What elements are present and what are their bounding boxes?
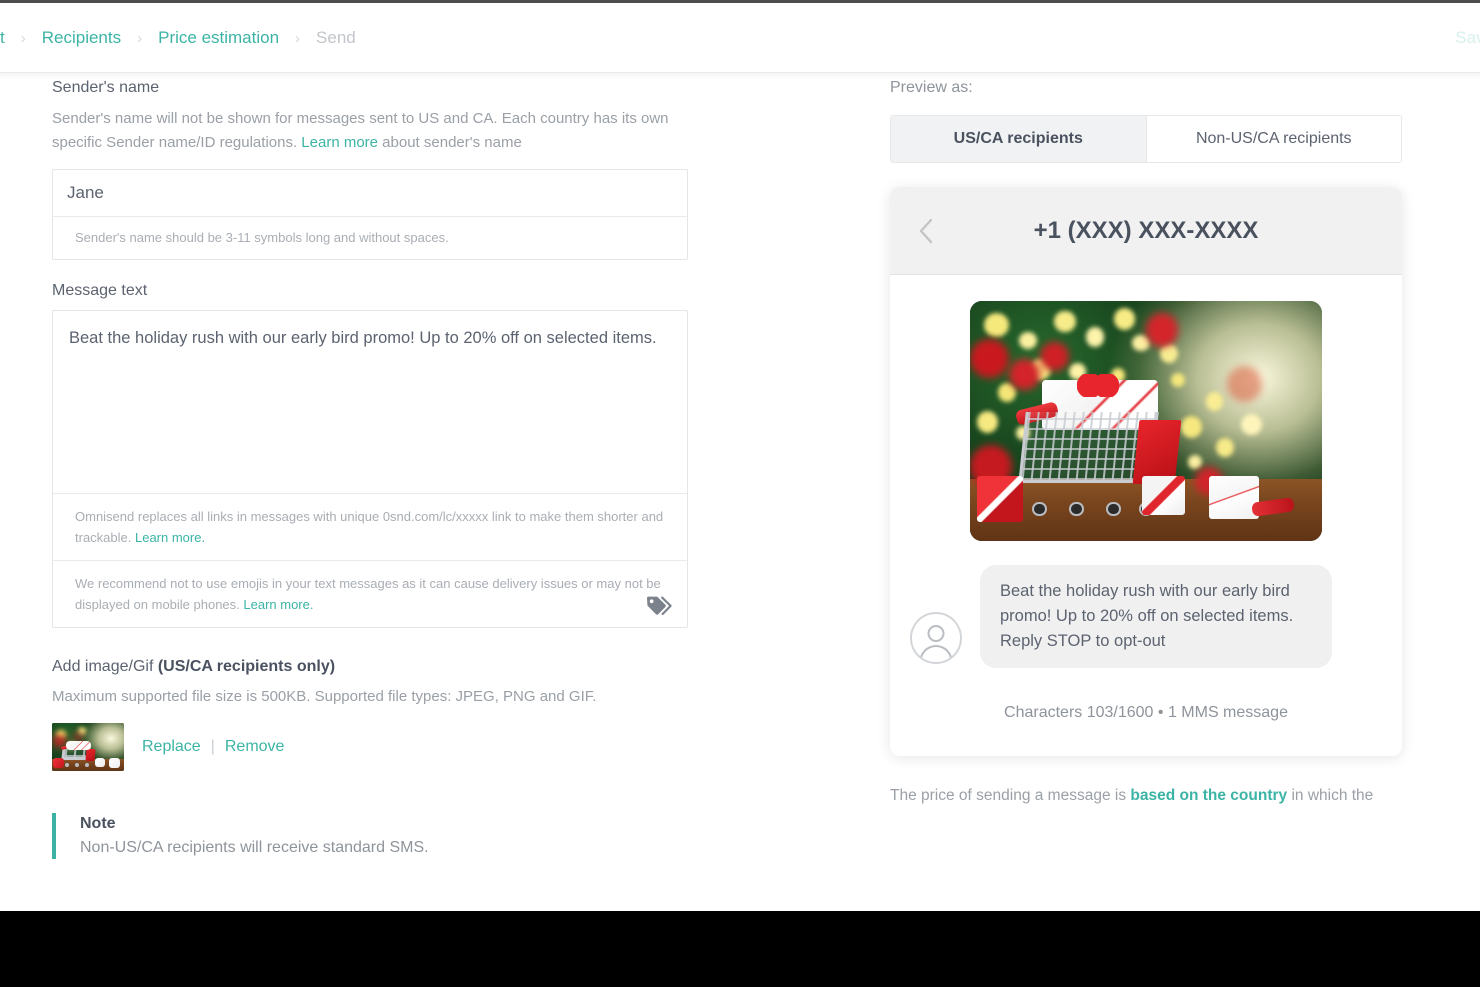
mms-image-preview [970, 301, 1322, 541]
media-actions-separator: | [210, 738, 215, 755]
media-row: Replace | Remove [52, 723, 688, 771]
note-title: Note [80, 815, 116, 832]
bottom-black-bar [0, 911, 1480, 987]
chevron-right-icon: › [137, 29, 143, 47]
price-note-link[interactable]: based on the country [1130, 787, 1287, 804]
add-image-title-normal: Add image/Gif [52, 658, 158, 675]
senders-name-input-group: Jane Sender's name should be 3-11 symbol… [52, 169, 688, 260]
phone-number: +1 (XXX) XXX-XXXX [1033, 216, 1259, 244]
xmas-art [970, 301, 1322, 541]
message-bubble-row: Beat the holiday rush with our early bir… [890, 541, 1402, 668]
preview-column: Preview as: US/CA recipients Non-US/CA r… [890, 79, 1402, 808]
page-root: t › Recipients › Price estimation › Send… [0, 0, 1480, 987]
phone-preview-header: +1 (XXX) XXX-XXXX [890, 187, 1402, 275]
senders-name-learn-more-link[interactable]: Learn more [301, 134, 378, 151]
replace-image-button[interactable]: Replace [142, 738, 201, 756]
chevron-left-icon[interactable] [918, 218, 934, 244]
add-image-title-bold: (US/CA recipients only) [157, 658, 336, 675]
phone-preview-body: Beat the holiday rush with our early bir… [890, 275, 1402, 756]
senders-name-label: Sender's name [52, 79, 160, 96]
add-image-title: Add image/Gif (US/CA recipients only) [52, 658, 688, 676]
senders-name-hint: Sender's name should be 3-11 symbols lon… [53, 216, 687, 259]
breadcrumb-item-recipients[interactable]: Recipients [28, 28, 135, 48]
breadcrumb-item-content[interactable]: t [0, 28, 19, 48]
senders-name-input[interactable]: Jane [53, 170, 687, 216]
senders-name-description-tail: about sender's name [378, 134, 522, 151]
message-emoji-hint-text: We recommend not to use emojis in your t… [75, 576, 661, 612]
price-note: The price of sending a message is based … [890, 784, 1390, 808]
message-text-group: Beat the holiday rush with our early bir… [52, 310, 688, 628]
page-content: Sender's name Sender's name will not be … [0, 79, 1480, 911]
chevron-right-icon: › [295, 29, 301, 47]
tag-icon[interactable] [645, 595, 673, 617]
remove-image-button[interactable]: Remove [225, 738, 285, 756]
price-note-tail: in which the [1287, 787, 1374, 804]
preview-tabs: US/CA recipients Non-US/CA recipients [890, 115, 1402, 163]
save-button[interactable]: Save [1455, 3, 1480, 73]
xmas-thumb-art [52, 723, 124, 771]
message-text-label: Message text [52, 282, 148, 299]
breadcrumb-item-price-estimation[interactable]: Price estimation [144, 28, 293, 48]
tab-non-us-ca-recipients[interactable]: Non-US/CA recipients [1145, 116, 1401, 162]
message-link-hint-learn-more[interactable]: Learn more. [135, 530, 205, 545]
price-note-text: The price of sending a message is [890, 787, 1131, 804]
note-text: Non-US/CA recipients will receive standa… [80, 839, 429, 856]
editor-column: Sender's name Sender's name will not be … [52, 79, 688, 859]
chevron-right-icon: › [20, 29, 26, 47]
attached-image-thumbnail[interactable] [52, 723, 124, 771]
preview-as-label: Preview as: [890, 79, 973, 96]
breadcrumb: t › Recipients › Price estimation › Send [0, 3, 370, 73]
message-emoji-hint-learn-more[interactable]: Learn more. [243, 597, 313, 612]
media-actions: Replace | Remove [142, 738, 284, 756]
character-counter: Characters 103/1600 • 1 MMS message [1004, 704, 1288, 721]
note-callout: Note Non-US/CA recipients will receive s… [52, 813, 688, 859]
message-bubble: Beat the holiday rush with our early bir… [980, 565, 1332, 668]
message-link-hint: Omnisend replaces all links in messages … [53, 493, 687, 560]
breadcrumb-item-send: Send [316, 28, 356, 47]
message-emoji-hint: We recommend not to use emojis in your t… [53, 560, 687, 627]
message-text-input[interactable]: Beat the holiday rush with our early bir… [53, 311, 687, 493]
add-image-subtitle: Maximum supported file size is 500KB. Su… [52, 688, 597, 705]
senders-name-description: Sender's name will not be shown for mess… [52, 107, 682, 155]
app-header: t › Recipients › Price estimation › Send… [0, 3, 1480, 73]
user-avatar-icon [910, 612, 962, 664]
phone-preview-card: +1 (XXX) XXX-XXXX Beat the holiday rush … [890, 187, 1402, 756]
tab-us-ca-recipients[interactable]: US/CA recipients [891, 116, 1146, 162]
